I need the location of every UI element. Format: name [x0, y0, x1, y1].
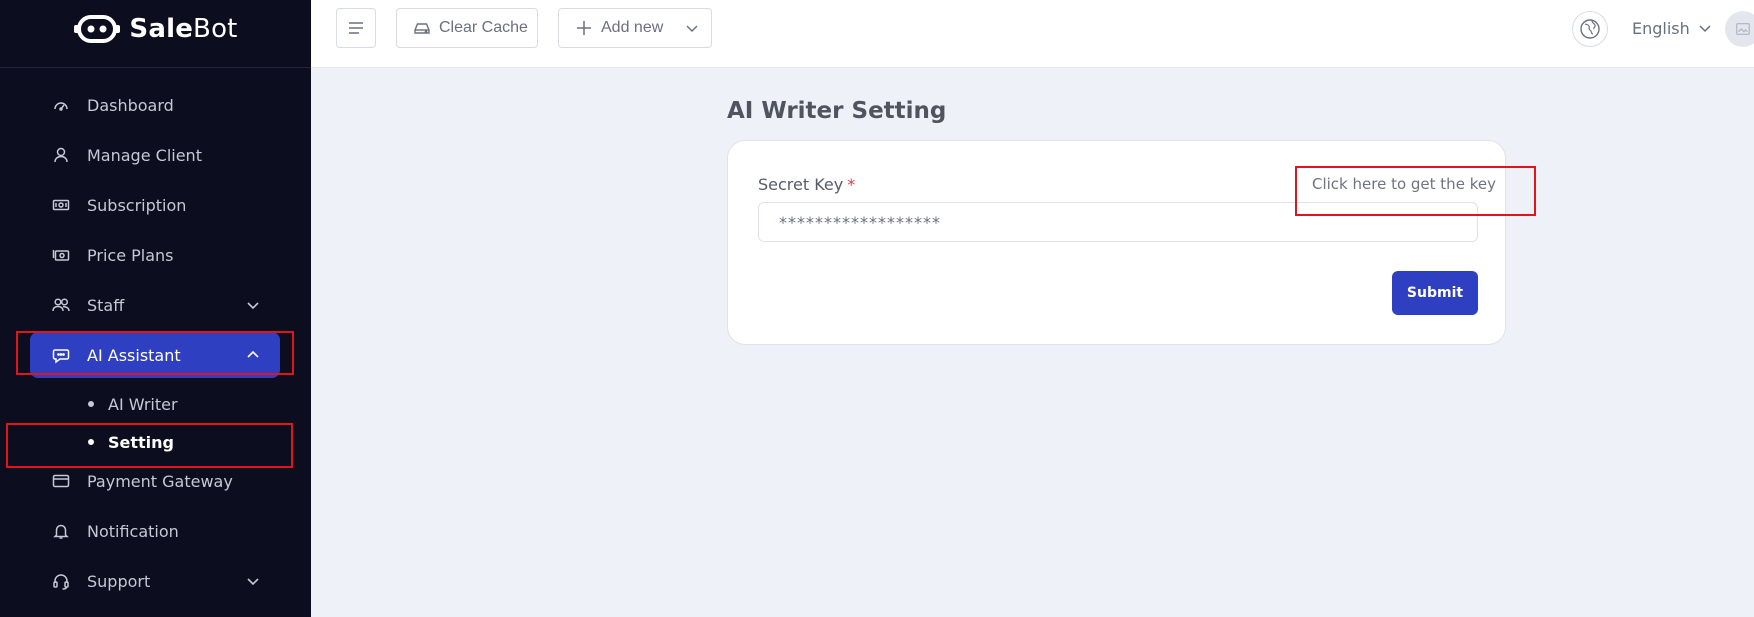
sidebar-item-manage-client[interactable]: Manage Client: [30, 132, 280, 178]
sidebar-item-label: Payment Gateway: [87, 471, 233, 491]
sidebar-item-label: Staff: [87, 295, 125, 315]
settings-card: Secret Key* Click here to get the key Su…: [727, 140, 1506, 345]
required-mark: *: [847, 175, 856, 194]
price-plans-icon: [52, 246, 70, 264]
chevron-down-icon: [247, 302, 259, 310]
secret-key-input[interactable]: [758, 202, 1478, 242]
add-new-label: Add new: [601, 19, 664, 36]
bullet-icon: [88, 401, 94, 407]
avatar-image-icon: [1736, 23, 1750, 35]
secret-key-label: Secret Key *: [758, 175, 855, 194]
sidebar-item-dashboard[interactable]: Dashboard: [30, 82, 280, 128]
app: SaleBot Dashboard Manage Client Subscrip…: [0, 0, 1754, 617]
sidebar-item-label: Dashboard: [87, 95, 174, 115]
sidebar-item-price-plans[interactable]: Price Plans: [30, 232, 280, 278]
sidebar-item-notification[interactable]: Notification: [30, 508, 280, 554]
card-icon: [52, 472, 70, 490]
bullet-icon: [88, 439, 94, 445]
sidebar: SaleBot Dashboard Manage Client Subscrip…: [0, 0, 311, 617]
submit-button[interactable]: Submit: [1392, 271, 1478, 315]
brand-name-bold: Sale: [129, 13, 194, 44]
users-icon: [52, 296, 70, 314]
dashboard-icon: [52, 96, 70, 114]
language-selector[interactable]: English: [1632, 17, 1712, 39]
sidebar-item-ai-assistant[interactable]: AI Assistant: [30, 332, 280, 378]
sidebar-item-label: Price Plans: [87, 245, 174, 265]
language-label: English: [1632, 18, 1690, 38]
clear-cache-label: Clear Cache: [439, 19, 528, 36]
sidebar-subitem-label: AI Writer: [108, 394, 178, 414]
add-new-dropdown[interactable]: Add new: [558, 8, 712, 48]
brand-name: SaleBot: [129, 14, 237, 44]
page-title: AI Writer Setting: [727, 98, 947, 124]
chat-icon: [52, 346, 70, 364]
sidebar-subitem-label: Setting: [108, 432, 174, 452]
user-icon: [52, 146, 70, 164]
secret-key-label-text: Secret Key: [758, 175, 844, 194]
brand-name-regular: Bot: [193, 13, 238, 44]
brand[interactable]: SaleBot: [0, 0, 311, 68]
plus-icon: [577, 21, 591, 35]
avatar[interactable]: [1725, 11, 1754, 47]
robot-logo-icon: [74, 14, 121, 43]
bell-icon: [52, 522, 70, 540]
chevron-up-icon: [247, 350, 259, 358]
chevron-down-icon: [686, 25, 698, 33]
headset-icon: [52, 572, 70, 590]
sidebar-item-label: Manage Client: [87, 145, 202, 165]
sidebar-subitem-ai-writer[interactable]: AI Writer: [88, 390, 178, 418]
sidebar-item-payment-gateway[interactable]: Payment Gateway: [30, 458, 280, 504]
get-key-link[interactable]: Click here to get the key: [1312, 175, 1496, 193]
sidebar-item-subscription[interactable]: Subscription: [30, 182, 280, 228]
topbar: Clear Cache Add new English: [311, 0, 1754, 68]
sidebar-item-label: Support: [87, 571, 151, 591]
globe-icon: [1580, 19, 1600, 39]
globe-button[interactable]: [1572, 11, 1608, 47]
clear-cache-button[interactable]: Clear Cache: [396, 8, 538, 48]
sidebar-item-support[interactable]: Support: [30, 558, 280, 604]
hard-drive-icon: [414, 23, 430, 34]
money-icon: [52, 196, 70, 214]
menu-toggle-button[interactable]: [336, 8, 376, 48]
sidebar-item-label: AI Assistant: [87, 345, 181, 365]
sidebar-item-staff[interactable]: Staff: [30, 282, 280, 328]
sidebar-item-label: Subscription: [87, 195, 187, 215]
hamburger-icon: [349, 22, 363, 34]
sidebar-item-label: Notification: [87, 521, 179, 541]
chevron-down-icon: [1699, 25, 1711, 33]
chevron-down-icon: [247, 578, 259, 586]
sidebar-subitem-setting[interactable]: Setting: [88, 428, 174, 456]
